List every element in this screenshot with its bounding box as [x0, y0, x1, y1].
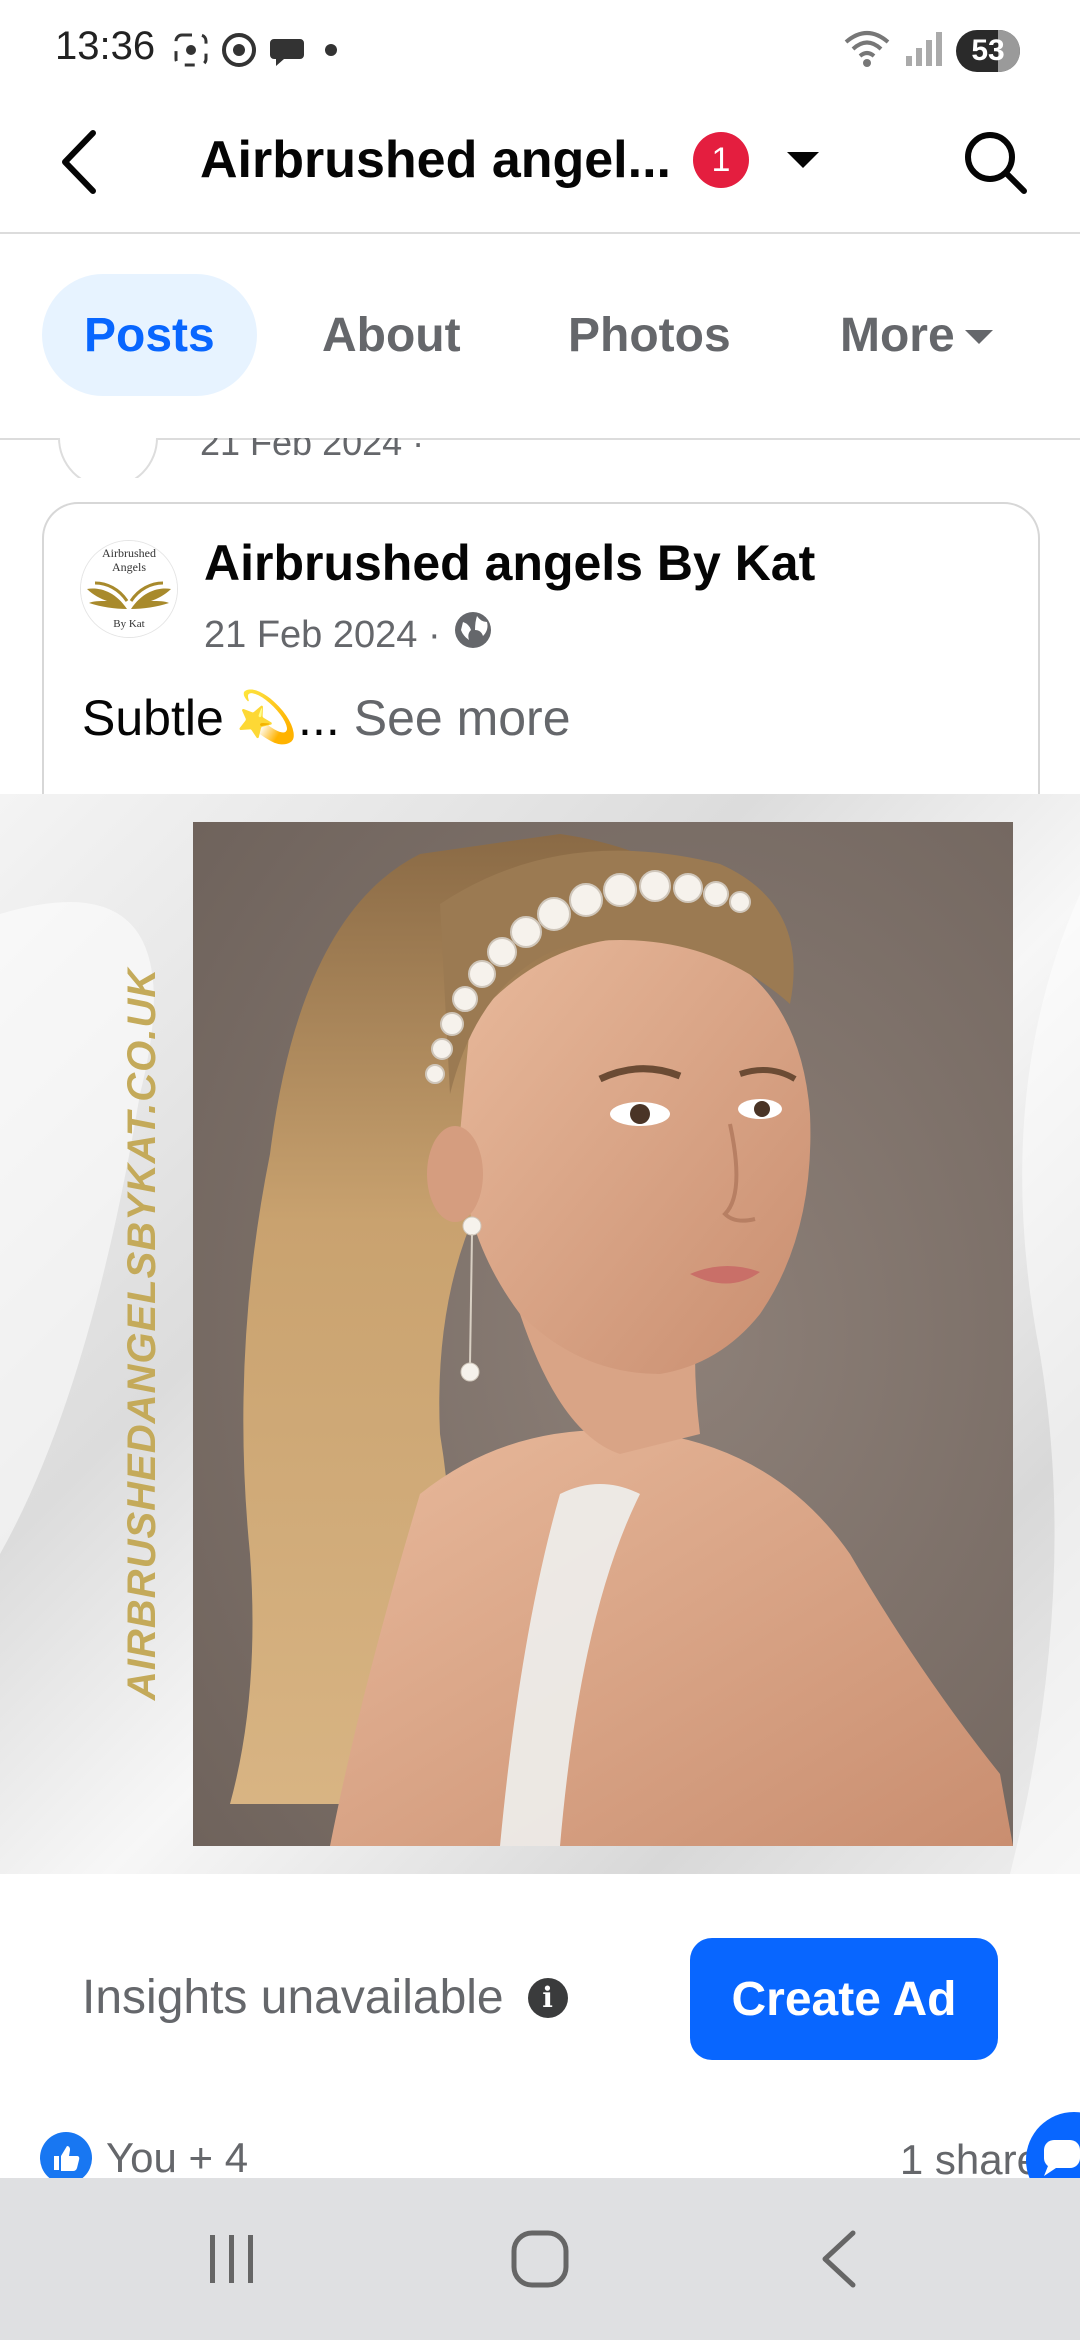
globe-icon [453, 610, 493, 660]
notification-badge: 1 [692, 132, 749, 188]
back-nav-button[interactable] [740, 2178, 940, 2340]
svg-text:Angels: Angels [112, 560, 146, 574]
svg-text:By Kat: By Kat [113, 618, 144, 630]
chat-bubble-icon [268, 31, 306, 74]
create-ad-button[interactable]: Create Ad [690, 1938, 998, 2060]
bridal-portrait-image: AIRBRUSHEDANGELSBYKAT.CO.UK [0, 794, 1080, 1874]
recent-apps-icon [210, 2235, 253, 2283]
logo-image: Airbrushed Angels By Kat [81, 541, 177, 637]
see-more-link[interactable]: See more [354, 689, 571, 747]
search-button[interactable] [955, 122, 1035, 202]
back-icon [822, 2230, 856, 2288]
battery-indicator: 53 [956, 29, 1020, 72]
wifi-icon [842, 26, 892, 75]
dizzy-emoji-icon: 💫 [235, 689, 299, 745]
tab-about[interactable]: About [322, 274, 461, 396]
home-button[interactable] [440, 2178, 640, 2340]
post-meta: 21 Feb 2024 · [204, 610, 493, 660]
post-author[interactable]: Airbrushed angels By Kat [204, 534, 815, 592]
status-bar: 13:36 53 [0, 0, 1080, 100]
post-text-body: Subtle [82, 689, 224, 746]
reactions-summary[interactable]: You + 4 [40, 2132, 248, 2184]
tabs-bar: Posts About Photos More [0, 234, 1080, 440]
tab-label: Posts [84, 308, 215, 362]
chrome-icon [220, 31, 258, 74]
previous-post-stub: 21 Feb 2024 · [0, 438, 1080, 478]
avatar [58, 438, 158, 478]
tab-label: Photos [568, 308, 731, 362]
recent-apps-button[interactable] [132, 2178, 332, 2340]
caret-down-icon [786, 152, 819, 168]
dot-icon [316, 31, 346, 74]
tab-label: About [322, 308, 461, 362]
status-time: 13:36 [55, 24, 156, 68]
insights-label: Insights unavailable [82, 1971, 504, 2024]
back-button[interactable] [40, 122, 120, 202]
tab-photos[interactable]: Photos [568, 274, 731, 396]
page-title: Airbrushed angel... [200, 131, 671, 189]
home-icon [511, 2230, 569, 2288]
reactions-text: You + 4 [106, 2134, 249, 2181]
system-nav-bar [0, 2178, 1080, 2340]
back-arrow-icon [62, 130, 96, 194]
image-watermark: AIRBRUSHEDANGELSBYKAT.CO.UK [120, 966, 164, 1701]
post-text: Subtle 💫 ... See more [82, 688, 571, 747]
post-date[interactable]: 21 Feb 2024 · [204, 614, 441, 657]
tab-label: More [840, 308, 955, 362]
shares-count[interactable]: 1 share [900, 2136, 1040, 2184]
search-icon [965, 132, 1027, 194]
avatar[interactable]: Airbrushed Angels By Kat [80, 540, 178, 638]
like-icon [40, 2132, 92, 2184]
signal-icon [904, 26, 944, 75]
caret-down-icon [964, 330, 993, 344]
status-system-icons: 53 [842, 26, 1020, 75]
tab-more[interactable]: More [840, 274, 993, 396]
post-image[interactable]: AIRBRUSHEDANGELSBYKAT.CO.UK [0, 794, 1080, 1874]
post-text-ellipsis: ... [298, 689, 340, 746]
screenshot-icon [172, 31, 210, 74]
page-header: Airbrushed angel... 1 [0, 100, 1080, 234]
svg-text:Airbrushed: Airbrushed [102, 546, 156, 560]
info-icon[interactable]: i [527, 1977, 568, 2018]
insights-row: Insights unavailable i [82, 1970, 568, 2025]
page-title-dropdown[interactable]: Airbrushed angel... 1 [200, 130, 819, 190]
previous-post-date: 21 Feb 2024 · [200, 438, 425, 463]
tab-posts[interactable]: Posts [42, 274, 257, 396]
status-notification-icons [172, 30, 346, 74]
